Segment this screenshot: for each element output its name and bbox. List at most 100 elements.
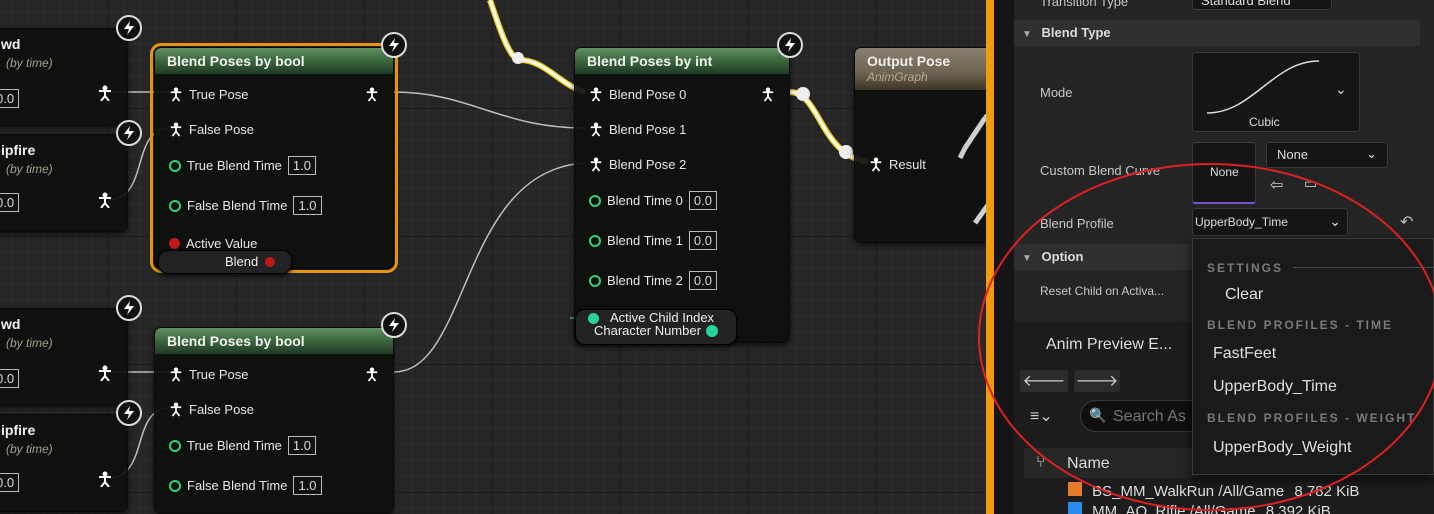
menu-item-clear[interactable]: Clear	[1225, 286, 1263, 304]
menu-item-fastfeet[interactable]: FastFeet	[1213, 345, 1276, 363]
browse-folder-icon[interactable]: ▭	[1304, 175, 1317, 192]
forward-arrow-button[interactable]: 🡒	[1074, 370, 1120, 392]
tab-anim-preview[interactable]: Anim Preview E...	[1028, 330, 1200, 362]
blend-pose-1-pin[interactable]: Blend Pose 1	[589, 121, 686, 137]
transition-type-dropdown[interactable]: Standard Blend	[1192, 0, 1332, 10]
node-title: Blend Poses by bool	[155, 48, 393, 74]
back-arrow-button[interactable]: 🡐	[1020, 370, 1068, 392]
blend-time-2-pin[interactable]: Blend Time 2 0.0	[589, 271, 717, 290]
fast-path-lightning-icon	[116, 295, 142, 321]
blend-time-1-pin[interactable]: Blend Time 1 0.0	[589, 231, 717, 250]
active-value-pin[interactable]: Active Value	[169, 236, 257, 251]
result-pin[interactable]: Result	[869, 156, 926, 172]
pose-pin-icon	[870, 157, 882, 172]
pin-label: Blend Time 1	[607, 233, 683, 248]
output-pose-pin-icon[interactable]	[365, 366, 379, 382]
true-blend-time-pin[interactable]: True Blend Time 1.0	[169, 436, 316, 455]
float-pin-icon	[589, 194, 601, 207]
output-pose-pin-icon[interactable]	[761, 86, 775, 102]
value-field[interactable]: 1.0	[293, 476, 322, 495]
pin-label: True Pose	[189, 366, 249, 382]
panel-splitter[interactable]	[994, 0, 1014, 514]
dropdown-value: Standard Blend	[1201, 0, 1291, 8]
value-field[interactable]: 1.0	[287, 436, 316, 455]
time-value-field[interactable]: 0.0	[0, 193, 20, 212]
pose-pin-icon[interactable]	[97, 192, 113, 208]
asset-size: 8.392 KiB	[1265, 503, 1331, 514]
collapse-arrow-icon: ▼	[1022, 253, 1032, 264]
left-blendspace-node-1[interactable]: wd (by time) 0.0	[0, 28, 128, 126]
node-title: ipfire	[1, 142, 36, 158]
custom-curve-dropdown[interactable]: None ⌄	[1266, 142, 1388, 168]
chevron-down-icon: ⌄	[1366, 146, 1377, 161]
int-output-pin-icon[interactable]	[706, 325, 718, 337]
pose-pin-icon[interactable]	[97, 85, 113, 101]
asset-row[interactable]: BS_MM_WalkRun /All/Game 8.782 KiB	[1068, 482, 1428, 502]
asset-path: /All/Game	[1189, 503, 1256, 514]
false-blend-time-pin[interactable]: False Blend Time 1.0	[169, 196, 322, 215]
filter-icon[interactable]: ≡⌄	[1030, 406, 1053, 426]
panel-border-accent	[986, 0, 994, 514]
search-placeholder: Search As	[1113, 408, 1186, 425]
blend-pose-0-pin[interactable]: Blend Pose 0	[589, 86, 686, 102]
pose-pin-icon[interactable]	[97, 365, 113, 381]
blend-poses-by-bool-node-2[interactable]: Blend Poses by bool True Pose False Pose…	[154, 327, 394, 514]
value-field[interactable]: 0.0	[688, 231, 717, 250]
value-field[interactable]: 1.0	[293, 196, 322, 215]
blend-poses-by-bool-node-1[interactable]: Blend Poses by bool True Pose False Pose…	[150, 43, 398, 273]
blend-variable-node[interactable]: Blend	[158, 250, 292, 274]
name-column-header[interactable]: Name	[1067, 455, 1110, 473]
true-pose-pin[interactable]: True Pose	[169, 86, 249, 102]
anim-graph-canvas[interactable]: wd (by time) 0.0 ipfire (by time) 0.0 wd…	[0, 0, 986, 514]
dropdown-value: Cubic	[1249, 115, 1280, 129]
output-pose-pin-icon[interactable]	[365, 86, 379, 102]
time-value-field[interactable]: 0.0	[0, 473, 20, 492]
pin-label: Blend Time 0	[607, 193, 683, 208]
curve-asset-thumbnail[interactable]: None	[1192, 142, 1256, 204]
false-blend-time-pin[interactable]: False Blend Time 1.0	[169, 476, 322, 495]
left-blendspace-node-2[interactable]: ipfire (by time) 0.0	[0, 134, 128, 232]
pin-label: Blend Pose 0	[609, 86, 687, 102]
mode-dropdown[interactable]: ⌄ Cubic	[1192, 52, 1360, 132]
fast-path-lightning-icon	[116, 15, 142, 41]
true-pose-pin[interactable]: True Pose	[169, 366, 249, 382]
blend-poses-by-int-node[interactable]: Blend Poses by int Blend Pose 0 Blend Po…	[574, 47, 790, 343]
blend-type-section[interactable]: ▼ Blend Type	[1014, 20, 1420, 46]
menu-item-upperbody-weight[interactable]: UpperBody_Weight	[1213, 439, 1351, 457]
chevron-down-icon: ⌄	[1329, 213, 1341, 229]
asset-size: 8.782 KiB	[1294, 483, 1360, 500]
bool-output-pin-icon[interactable]	[265, 257, 275, 267]
menu-item-upperbody-time[interactable]: UpperBody_Time	[1213, 378, 1337, 396]
blend-profile-dropdown[interactable]: UpperBody_Time ⌄	[1192, 208, 1348, 236]
blend-time-0-pin[interactable]: Blend Time 0 0.0	[589, 191, 717, 210]
output-pose-node[interactable]: Output Pose AnimGraph Result	[854, 47, 986, 243]
time-value-field[interactable]: 0.0	[0, 89, 20, 108]
section-title: Blend Type	[1041, 25, 1111, 40]
node-title: Blend Poses by int	[575, 48, 789, 74]
reset-to-default-icon[interactable]: ↶	[1400, 212, 1413, 232]
value-field[interactable]: 0.0	[688, 191, 717, 210]
use-selected-arrow-icon[interactable]: ⇦	[1270, 175, 1283, 195]
true-blend-time-pin[interactable]: True Blend Time 1.0	[169, 156, 316, 175]
menu-divider	[1293, 267, 1434, 268]
node-title: wd	[1, 36, 21, 52]
time-value-field[interactable]: 0.0	[0, 369, 20, 388]
false-pose-pin[interactable]: False Pose	[169, 401, 254, 417]
value-field[interactable]: 1.0	[287, 156, 316, 175]
fast-path-lightning-icon	[116, 400, 142, 426]
pose-pin-icon[interactable]	[97, 471, 113, 487]
left-blendspace-node-3[interactable]: wd (by time) 0.0	[0, 308, 128, 406]
left-blendspace-node-4[interactable]: ipfire (by time) 0.0	[0, 414, 128, 512]
pin-label: False Pose	[189, 121, 255, 137]
node-subtitle: (by time)	[6, 442, 53, 456]
value-field[interactable]: 0.0	[688, 271, 717, 290]
branch-icon[interactable]: ⑂	[1036, 454, 1046, 472]
asset-row[interactable]: MM_AO_Rifle /All/Game 8.392 KiB	[1068, 502, 1428, 514]
blend-pose-2-pin[interactable]: Blend Pose 2	[589, 156, 686, 172]
false-pose-pin[interactable]: False Pose	[169, 121, 254, 137]
pin-label: False Pose	[189, 401, 255, 417]
character-number-variable-node[interactable]: Active Child Index Character Number	[575, 309, 737, 345]
pin-label: Blend Time 2	[607, 273, 683, 288]
pin-label: Blend Pose 1	[609, 121, 687, 137]
float-pin-icon	[589, 234, 601, 247]
